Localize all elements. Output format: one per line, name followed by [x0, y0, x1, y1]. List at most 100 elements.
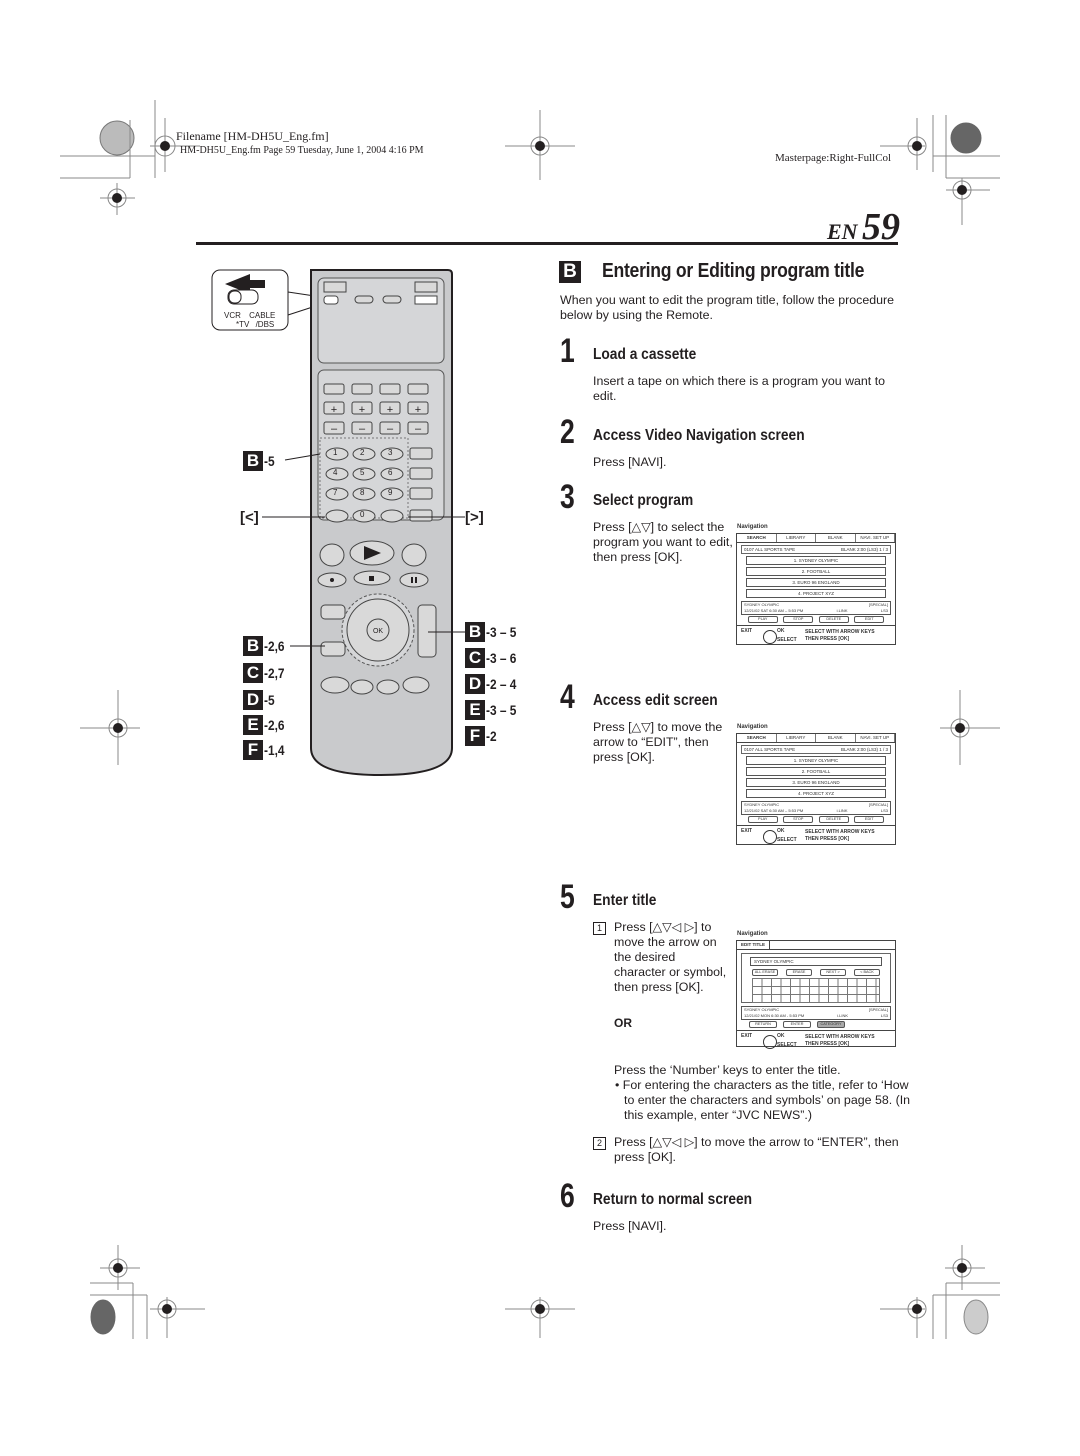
- switch-label-vcr: VCR: [224, 311, 241, 320]
- ref-left-1: B -2,6: [243, 636, 288, 656]
- header-masterpage: Masterpage:Right-FullCol: [775, 152, 892, 164]
- program-item: 4. PROJECT XYZ: [746, 589, 886, 598]
- svg-text:–: –: [387, 423, 394, 435]
- program-item: 1. SYDNEY OLYMPIC: [746, 556, 886, 565]
- key-5: 5: [360, 468, 365, 477]
- all-erase-button: ALL ERASE: [752, 969, 778, 976]
- title-input: SYDNEY OLYMPIC: [750, 957, 882, 966]
- program-item: 3. EURO 96 ENGLAND: [746, 578, 886, 587]
- ref-right-1: C -3 – 6: [465, 648, 522, 668]
- program-item: 1. SYDNEY OLYMPIC: [746, 756, 886, 765]
- ref-left-5: F -1,4: [243, 740, 288, 760]
- step-4-number: 4: [560, 678, 575, 716]
- svg-text:–: –: [415, 423, 422, 435]
- dpad-icon: [763, 830, 777, 844]
- step-5-sub1: Press [△▽◁ ▷] to move the arrow on the d…: [614, 920, 727, 994]
- step-2-title: Access Video Navigation screen: [593, 427, 805, 444]
- svg-text:+: +: [415, 404, 421, 416]
- step-5-alt: Press the ‘Number’ keys to enter the tit…: [614, 1063, 841, 1077]
- key-7: 7: [333, 488, 338, 497]
- section-title: Entering or Editing program title: [602, 260, 865, 282]
- program-detail: SYDNEY OLYMPIC [SPECIAL] 12/21/02 SAT 6:3…: [741, 601, 891, 615]
- ref-right-3: E -3 – 5: [465, 700, 522, 720]
- tab-navi-setup: NAVI. SET UP: [856, 534, 895, 542]
- key-0: 0: [360, 510, 365, 519]
- ref-left-3: D -5: [243, 690, 276, 710]
- step-4-body: Press [△▽] to move the arrow to “EDIT”, …: [593, 720, 723, 764]
- step-4-title: Access edit screen: [593, 692, 718, 709]
- step-6-body: Press [NAVI].: [593, 1219, 667, 1233]
- step-5-or: OR: [614, 1016, 632, 1030]
- step-5-number: 5: [560, 878, 575, 916]
- ref-left-0: B -5: [243, 451, 276, 471]
- enter-button: ENTER: [783, 1021, 811, 1028]
- step-5-sub2: Press [△▽◁ ▷] to move the arrow to “ENTE…: [614, 1135, 899, 1164]
- navigation-screen-search: Navigation SEARCH LIBRARY BLANK NAVI. SE…: [736, 524, 896, 646]
- tab-library: LIBRARY: [777, 534, 816, 542]
- step-1-title: Load a cassette: [593, 346, 697, 363]
- ref-right-2: D -2 – 4: [465, 674, 522, 694]
- return-button: RETURN: [749, 1021, 777, 1028]
- left-bracket-label: [<]: [240, 509, 259, 526]
- step-6-number: 6: [560, 1177, 575, 1215]
- ref-right-0: B -3 – 5: [465, 622, 522, 642]
- nav-footer: EXIT OK SELECT SELECT WITH ARROW KEYS TH…: [737, 625, 895, 646]
- erase-button: ERASE: [786, 969, 812, 976]
- section-intro: When you want to edit the program title,…: [560, 293, 895, 322]
- tape-info-bar: 0107 ALL SPORTS TAPE BLANK 2:00 (LS3) 1 /…: [741, 545, 891, 554]
- step-3-number: 3: [560, 478, 575, 516]
- key-2: 2: [360, 448, 365, 457]
- character-grid: [752, 978, 880, 1003]
- next-button: NEXT >: [820, 969, 846, 976]
- tab-search: SEARCH: [737, 534, 777, 542]
- substep-1-box: 1: [593, 922, 606, 935]
- right-bracket-label: [>]: [465, 509, 484, 526]
- page-lang: EN: [826, 219, 858, 244]
- step-6-title: Return to normal screen: [593, 1191, 753, 1208]
- key-8: 8: [360, 488, 365, 497]
- key-3: 3: [388, 448, 393, 457]
- navigation-screen-edit-select: Navigation SEARCH LIBRARY BLANK NAVI. SE…: [736, 724, 896, 845]
- tab-blank: BLANK: [816, 534, 856, 542]
- program-item: 4. PROJECT XYZ: [746, 789, 886, 798]
- nav-buttons: PLAY STOP DELETE EDIT: [745, 616, 887, 623]
- registration-marks: [60, 100, 1000, 1339]
- mode-switch-labels: VCR CABLE *TV /DBS: [224, 311, 275, 329]
- delete-button: DELETE: [818, 616, 849, 623]
- svg-text:+: +: [387, 404, 393, 416]
- svg-text:–: –: [359, 423, 366, 435]
- tab-edit-title: EDIT TITLE: [737, 941, 770, 949]
- switch-label-tv: *TV: [236, 320, 250, 329]
- switch-label-dbs: /DBS: [255, 320, 275, 329]
- play-button: PLAY: [747, 616, 778, 623]
- dpad-icon: [763, 630, 777, 644]
- back-button: < BACK: [854, 969, 880, 976]
- step-2-number: 2: [560, 413, 575, 451]
- step-5-bullet: • For entering the characters as the tit…: [615, 1078, 911, 1122]
- stop-button: STOP: [783, 616, 814, 623]
- navigation-label: Navigation: [737, 524, 768, 530]
- category-button: CATEGORY: [817, 1021, 845, 1028]
- navigation-screen-edit-title: Navigation EDIT TITLE SYDNEY OLYMPIC ALL…: [736, 931, 896, 1049]
- svg-text:+: +: [331, 404, 337, 416]
- dpad-icon: [763, 1035, 777, 1049]
- key-4: 4: [333, 468, 338, 477]
- step-3-body: Press [△▽] to select the program you wan…: [593, 520, 733, 564]
- header-filename: Filename [HM-DH5U_Eng.fm]: [176, 129, 329, 143]
- step-1-body: Insert a tape on which there is a progra…: [593, 374, 886, 403]
- header-fileinfo: HM-DH5U_Eng.fm Page 59 Tuesday, June 1, …: [180, 145, 424, 156]
- step-3-title: Select program: [593, 492, 694, 509]
- key-9: 9: [388, 488, 393, 497]
- header-rule: [196, 242, 898, 245]
- edit-buttons: ALL ERASE ERASE NEXT > < BACK: [752, 969, 880, 976]
- switch-label-cable: CABLE: [249, 311, 276, 320]
- section-badge: B: [559, 261, 581, 283]
- ref-right-4: F -2: [465, 726, 498, 746]
- svg-text:–: –: [331, 423, 338, 435]
- step-5-title: Enter title: [593, 892, 657, 909]
- step-2-body: Press [NAVI].: [593, 455, 667, 469]
- program-item: 2. FOOTBALL: [746, 567, 886, 576]
- key-6: 6: [388, 468, 393, 477]
- ref-left-2: C -2,7: [243, 663, 288, 683]
- key-1: 1: [333, 448, 338, 457]
